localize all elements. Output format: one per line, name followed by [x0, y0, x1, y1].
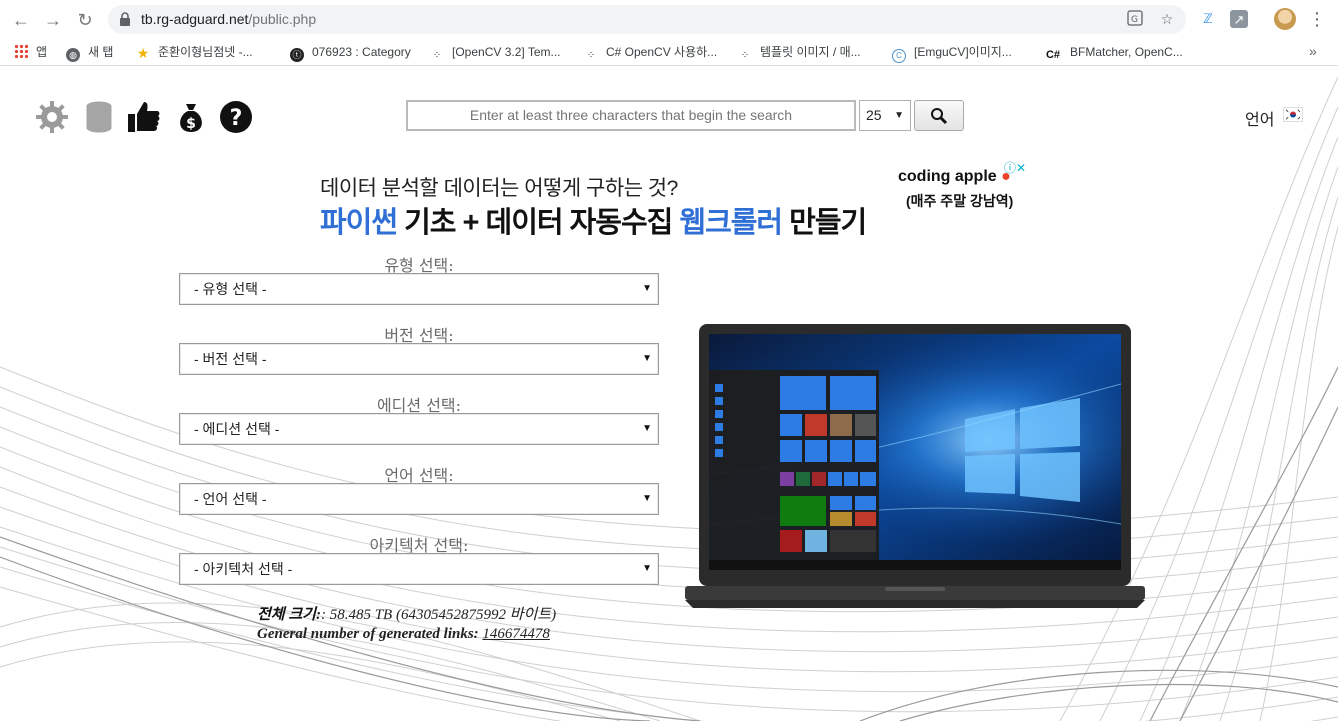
- results-count-value: 25: [866, 107, 882, 123]
- bookmark-label: BFMatcher, OpenC...: [1070, 45, 1183, 59]
- total-size-stat: 전체 크기:: 58.485 TB (64305452875992 바이트): [257, 603, 556, 624]
- search-button[interactable]: [914, 100, 964, 131]
- url-host: tb.rg-adguard.net: [141, 11, 249, 27]
- bookmark-label: 076923 : Category: [312, 45, 411, 59]
- database-icon[interactable]: [82, 100, 116, 134]
- bookmark-label: [OpenCV 3.2] Tem...: [452, 45, 561, 59]
- language-select[interactable]: - 언어 선택 - ▼: [179, 483, 659, 515]
- extension-icon[interactable]: ℤ: [1198, 9, 1218, 29]
- language-selector[interactable]: 언어: [1245, 106, 1274, 130]
- bookmark-new-tab[interactable]: ◍ 새 탭: [66, 43, 114, 62]
- url-path: /public.php: [248, 11, 317, 27]
- bookmark-label: 앱: [36, 45, 48, 59]
- bookmark-label: 템플릿 이미지 / 매...: [760, 45, 861, 59]
- edition-select[interactable]: - 에디션 선택 - ▼: [179, 413, 659, 445]
- dropdown-arrow-icon: ▼: [642, 423, 652, 434]
- page-content: $ ? Enter at least three characters that…: [0, 67, 1338, 721]
- dots-icon: ⁘: [740, 50, 750, 61]
- architecture-select-value: - 아키텍처 선택 -: [194, 561, 293, 577]
- apps-grid-icon: [14, 44, 28, 58]
- language-select-value: - 언어 선택 -: [194, 491, 267, 507]
- bookmark-item[interactable]: ⁘ [OpenCV 3.2] Tem...: [430, 43, 561, 61]
- bookmark-item[interactable]: C [EmguCV]이미지...: [892, 43, 1012, 63]
- dots-icon: ⁘: [586, 50, 596, 61]
- bookmark-label: 새 탭: [88, 45, 114, 59]
- architecture-select[interactable]: - 아키텍처 선택 - ▼: [179, 553, 659, 585]
- dots-icon: ⁘: [432, 50, 442, 61]
- windows-laptop-image: [685, 324, 1145, 608]
- browser-toolbar: ← → ↻ tb.rg-adguard.net/public.php G ☆ ℤ…: [0, 0, 1338, 38]
- results-count-select[interactable]: 25 ▼: [859, 100, 911, 131]
- bookmark-star-icon[interactable]: ☆: [1158, 10, 1176, 28]
- forward-arrow-icon[interactable]: →: [42, 9, 64, 31]
- bookmark-apps[interactable]: 앱: [14, 43, 47, 61]
- total-size-value: : 58.485 TB (64305452875992 바이트): [320, 607, 557, 623]
- money-bag-icon[interactable]: $: [174, 100, 208, 134]
- dropdown-arrow-icon: ▼: [642, 353, 652, 364]
- svg-text:$: $: [186, 116, 196, 132]
- svg-text:G: G: [1131, 15, 1138, 25]
- dropdown-arrow-icon: ▼: [894, 110, 904, 121]
- ad-title-part: 웹크롤러: [679, 207, 783, 239]
- back-arrow-icon[interactable]: ←: [10, 9, 32, 31]
- translate-icon[interactable]: G: [1126, 10, 1144, 28]
- help-question-icon[interactable]: ?: [219, 100, 253, 134]
- profile-avatar-icon[interactable]: [1274, 8, 1296, 30]
- links-count-stat: General number of generated links: 14667…: [257, 626, 550, 643]
- ad-brand-name: coding apple: [898, 168, 997, 185]
- links-count-value[interactable]: 146674478: [482, 626, 550, 642]
- globe-icon: ◍: [66, 48, 80, 62]
- ad-title[interactable]: 파이썬 기초 + 데이터 자동수집 웹크롤러 만들기: [320, 199, 867, 241]
- bookmark-item[interactable]: ★ 준환이형님점넷 -...: [136, 43, 253, 61]
- ad-title-part: 만들기: [782, 207, 867, 239]
- bookmark-item[interactable]: C# BFMatcher, OpenC...: [1044, 43, 1183, 61]
- dropdown-arrow-icon: ▼: [642, 563, 652, 574]
- type-select-value: - 유형 선택 -: [194, 281, 267, 297]
- version-select[interactable]: - 버전 선택 - ▼: [179, 343, 659, 375]
- ad-headline[interactable]: 데이터 분석할 데이터는 어떻게 구하는 것?: [320, 172, 678, 202]
- edition-select-value: - 에디션 선택 -: [194, 421, 280, 437]
- links-count-label: General number of generated links:: [257, 626, 479, 642]
- tistory-icon: ⓣ: [290, 48, 304, 62]
- ad-close-icon[interactable]: ⓘ✕: [1004, 159, 1026, 176]
- dropdown-arrow-icon: ▼: [642, 493, 652, 504]
- bookmark-item[interactable]: ⁘ C# OpenCV 사용하...: [584, 43, 717, 61]
- bookmark-label: [EmguCV]이미지...: [914, 45, 1012, 59]
- reload-icon[interactable]: ↻: [74, 9, 96, 31]
- menu-kebab-icon[interactable]: ⋮: [1308, 8, 1326, 30]
- version-select-value: - 버전 선택 -: [194, 351, 267, 367]
- bookmark-item[interactable]: ⓣ 076923 : Category: [290, 43, 411, 62]
- bookmark-label: 준환이형님점넷 -...: [158, 45, 253, 59]
- ad-brand[interactable]: coding apple ●: [898, 168, 1011, 186]
- extension-chart-icon[interactable]: ↗: [1230, 10, 1248, 28]
- ad-brand-subtitle: (매주 주말 강남역): [906, 193, 1014, 209]
- thumbs-up-icon[interactable]: [127, 100, 161, 134]
- address-bar[interactable]: tb.rg-adguard.net/public.php G ☆: [108, 5, 1186, 34]
- type-select[interactable]: - 유형 선택 - ▼: [179, 273, 659, 305]
- bookmarks-bar: 앱 ◍ 새 탭 ★ 준환이형님점넷 -... ⓣ 076923 : Category …: [0, 38, 1338, 66]
- lock-icon[interactable]: [120, 12, 130, 26]
- magnifier-icon: [931, 108, 948, 125]
- url-text: tb.rg-adguard.net/public.php: [141, 11, 316, 27]
- dropdown-arrow-icon: ▼: [642, 283, 652, 294]
- emgu-icon: C: [892, 49, 906, 63]
- csharp-icon: C#: [1045, 49, 1061, 61]
- ad-title-part: 파이썬: [320, 207, 398, 239]
- bookmarks-overflow[interactable]: »: [1309, 43, 1317, 59]
- bookmark-item[interactable]: ⁘ 템플릿 이미지 / 매...: [738, 43, 861, 61]
- ad-title-part: 기초 + 데이터 자동수집: [397, 207, 680, 239]
- star-bookmark-icon: ★: [136, 45, 150, 61]
- total-size-label: 전체 크기:: [257, 607, 321, 623]
- bookmark-label: C# OpenCV 사용하...: [606, 45, 718, 59]
- search-input[interactable]: Enter at least three characters that beg…: [406, 100, 856, 131]
- svg-text:?: ?: [230, 106, 243, 131]
- korea-flag-icon[interactable]: [1283, 107, 1303, 122]
- gear-icon[interactable]: [35, 100, 69, 134]
